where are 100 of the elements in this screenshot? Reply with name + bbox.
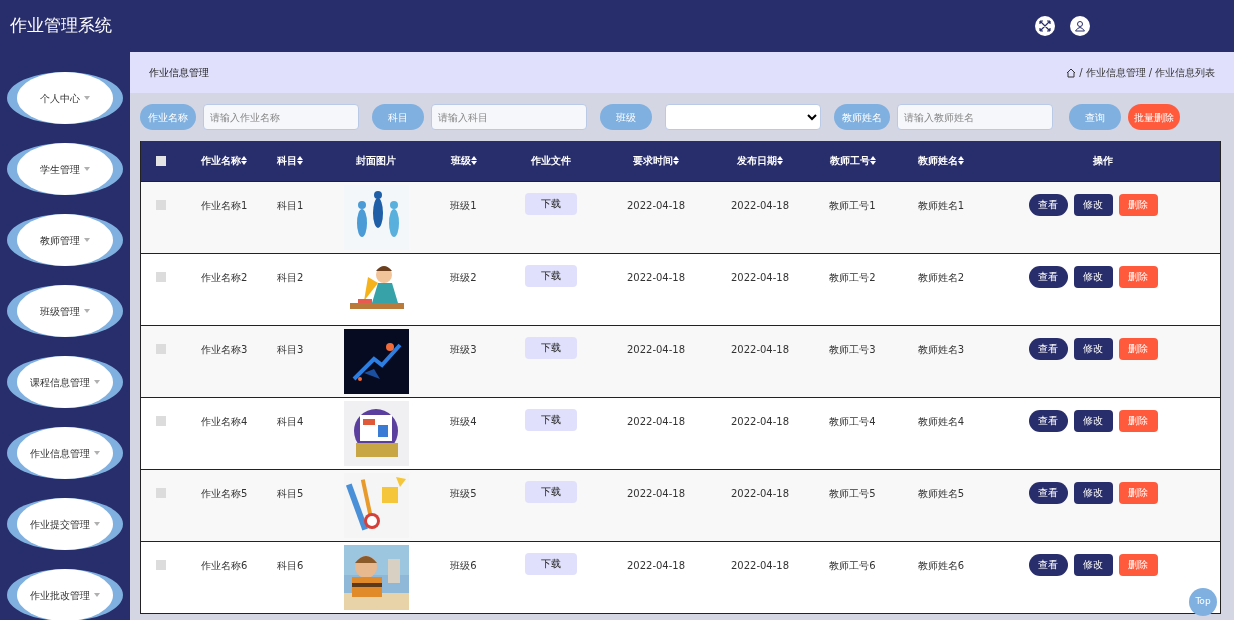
view-button[interactable]: 查看 [1028,337,1068,360]
sidebar-item[interactable]: 作业提交管理 [7,498,123,550]
checkbox[interactable] [156,271,166,282]
search-field[interactable]: 请输入作业名称 [203,104,359,130]
caret-icon [84,309,90,313]
table-cell: 作业名称5 [201,487,248,499]
home-icon[interactable] [1066,67,1077,78]
table-cell: 教师工号5 [829,487,876,499]
table-cell: 2022-04-18 [730,487,790,499]
sidebar-item[interactable]: 班级管理 [7,285,123,337]
edit-button[interactable]: 修改 [1073,481,1113,504]
table-cell: 2022-04-18 [730,559,790,571]
fullscreen-icon[interactable] [1035,16,1055,36]
edit-button[interactable]: 修改 [1073,265,1113,288]
caret-icon [84,238,90,242]
edit-button[interactable]: 修改 [1073,337,1113,360]
sort-icon [869,156,876,166]
table-cell: 班级1 [450,199,477,211]
table-cell: 作业名称4 [201,415,248,427]
checkbox[interactable] [156,343,166,354]
sort-icon [777,156,783,166]
search-field[interactable]: 请输入教师姓名 [897,104,1053,130]
search-label: 教师姓名 [834,104,890,130]
table-cell: 教师工号4 [829,415,876,427]
table-cell: 2022-04-18 [626,559,686,571]
search-label: 班级 [600,104,652,130]
caret-icon [94,451,100,455]
sidebar-item[interactable]: 作业信息管理 [7,427,123,479]
column-header[interactable]: 要求时间 [633,153,679,169]
column-header[interactable]: 教师姓名 [918,153,964,169]
table-cell: 2022-04-18 [626,415,686,427]
search-label: 科目 [372,104,424,130]
checkbox[interactable] [156,415,166,426]
column-header[interactable]: 班级 [450,153,477,169]
table-cell: 科目5 [277,487,304,499]
column-header: 操作 [1093,154,1113,169]
table-cell: 2022-04-18 [730,343,790,355]
table-cell: 科目6 [277,559,304,571]
download-button[interactable]: 下载 [525,192,577,215]
table-cell: 教师姓名5 [917,487,965,499]
edit-button[interactable]: 修改 [1073,553,1113,576]
edit-button[interactable]: 修改 [1073,409,1113,432]
view-button[interactable]: 查看 [1028,409,1068,432]
column-header: 封面图片 [356,154,396,169]
download-button[interactable]: 下载 [525,264,577,287]
table-cell: 2022-04-18 [626,487,686,499]
user-icon[interactable] [1070,16,1090,36]
table-cell: 作业名称3 [201,343,248,355]
column-header[interactable]: 科目 [277,153,303,169]
table-cell: 班级5 [450,487,477,499]
table-cell: 2022-04-18 [626,343,686,355]
download-button[interactable]: 下载 [525,408,577,431]
table-cell: 教师姓名6 [917,559,965,571]
table-cell: 班级3 [450,343,477,355]
table-cell: 教师工号3 [829,343,876,355]
breadcrumb-separator: / [1148,66,1152,80]
table-cell: 科目1 [277,199,304,211]
table-cell: 教师姓名3 [917,343,965,355]
caret-icon [94,593,100,597]
caret-icon [94,522,100,526]
column-header[interactable]: 作业名称 [201,153,247,169]
download-button[interactable]: 下载 [525,552,577,575]
sidebar-item[interactable]: 学生管理 [7,143,123,195]
table-cell: 教师工号1 [829,199,876,211]
table-cell: 教师工号2 [829,271,876,283]
checkbox[interactable] [156,487,166,498]
column-header[interactable]: 发布日期 [737,153,783,169]
table-cell: 科目2 [277,271,304,283]
download-button[interactable]: 下载 [525,480,577,503]
search-label: 作业名称 [140,104,196,130]
download-button[interactable]: 下载 [525,336,577,359]
view-button[interactable]: 查看 [1028,481,1068,504]
sidebar-item[interactable]: 教师管理 [7,214,123,266]
caret-icon [84,167,90,171]
column-header: 作业文件 [531,154,571,169]
table-cell: 作业名称2 [201,271,248,283]
column-header[interactable]: 教师工号 [829,153,876,169]
table-cell: 教师姓名1 [917,199,965,211]
checkbox[interactable] [156,199,166,210]
view-button[interactable]: 查看 [1028,265,1068,288]
breadcrumb-separator: / [1079,66,1083,80]
view-button[interactable]: 查看 [1028,193,1068,216]
sidebar-item[interactable]: 课程信息管理 [7,356,123,408]
checkbox[interactable] [156,559,166,570]
edit-button[interactable]: 修改 [1073,193,1113,216]
table-cell: 2022-04-18 [730,271,790,283]
search-field[interactable]: 请输入科目 [431,104,587,130]
sort-icon [673,156,679,166]
view-button[interactable]: 查看 [1028,553,1068,576]
sort-icon [241,156,247,166]
table-cell: 班级2 [450,271,477,283]
app-title: 作业管理系统 [10,14,112,38]
breadcrumb-link[interactable]: 作业信息列表 [1155,65,1215,80]
class-select[interactable] [665,104,821,130]
sidebar-item[interactable]: 作业批改管理 [7,569,123,620]
checkbox[interactable] [156,156,166,167]
table-cell: 教师姓名2 [917,271,965,283]
breadcrumb-link[interactable]: 作业信息管理 [1085,65,1146,80]
sidebar-item[interactable]: 个人中心 [7,72,123,124]
sort-icon [958,156,964,166]
